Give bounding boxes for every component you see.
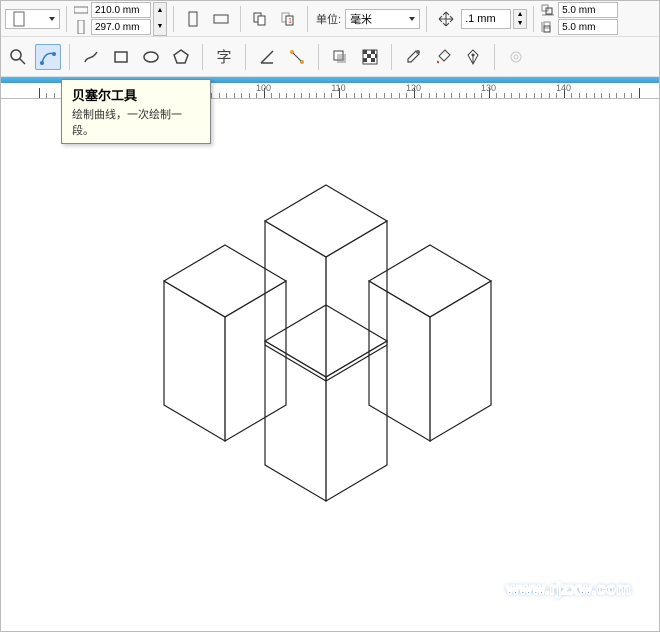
color-eyedropper-button[interactable] [400,44,426,70]
ruler-label: 120 [406,83,421,93]
eyedropper-icon [404,48,422,66]
units-dropdown[interactable]: 毫米 [345,9,420,29]
outline-tool-button[interactable] [460,44,486,70]
checker-icon [361,48,379,66]
drawing-canvas[interactable]: www.rjzxw.com [1,99,659,631]
rectangle-icon [112,48,130,66]
pen-nib-icon [464,48,482,66]
angle-icon [258,48,276,66]
fill-tool-button[interactable] [430,44,456,70]
bezier-icon [39,48,57,66]
bucket-icon [434,48,452,66]
tool-tooltip: 贝塞尔工具 绘制曲线，一次绘制一段。 [61,79,211,144]
rectangle-tool-button[interactable] [108,44,134,70]
dup-y-input[interactable]: 5.0 mm [558,19,618,35]
freehand-icon [82,48,100,66]
page-width-input[interactable]: 210.0 mm [91,2,151,18]
nudge-spinner[interactable]: ▲ ▼ [513,9,527,29]
ruler-label: 110 [331,83,345,93]
portrait-button[interactable] [180,6,206,32]
dup-distance-group: 5.0 mm 5.0 mm [540,2,618,35]
text-tool-button[interactable]: 字 [211,44,237,70]
landscape-button[interactable] [208,6,234,32]
cube-drawing [1,99,660,633]
toolbox-row: 字 [1,37,659,77]
apply-all-pages-button[interactable] [247,6,273,32]
height-icon [73,20,89,34]
dup-y-icon [540,20,556,34]
ruler-label: 140 [556,83,571,93]
nudge-input[interactable]: .1 mm [461,9,511,29]
dup-x-icon [540,3,556,17]
gear-icon [507,48,525,66]
dup-x-input[interactable]: 5.0 mm [558,2,618,18]
zoom-tool-button[interactable] [5,44,31,70]
page-icon [10,10,28,28]
bezier-tool-button[interactable] [35,44,61,70]
polygon-icon [172,48,190,66]
page-height-input[interactable]: 297.0 mm [91,19,151,35]
spin-down[interactable]: ▼ [514,19,526,28]
ellipse-icon [142,48,160,66]
property-bar: 210.0 mm 297.0 mm ▲ ▼ 1 单位: 毫米 .1 mm ▲ ▼ [1,1,659,37]
polygon-tool-button[interactable] [168,44,194,70]
units-value: 毫米 [350,11,372,27]
connector-icon [288,48,306,66]
svg-text:1: 1 [288,18,292,25]
tooltip-desc: 绘制曲线，一次绘制一段。 [72,106,200,138]
dimension-tool-button[interactable] [254,44,280,70]
nudge-icon [433,6,459,32]
ellipse-tool-button[interactable] [138,44,164,70]
tooltip-title: 贝塞尔工具 [72,85,200,104]
ruler-label: 100 [256,83,271,93]
units-label: 单位: [316,11,341,27]
magnifier-icon [9,48,27,66]
width-icon [73,3,89,17]
shadow-icon [331,48,349,66]
spin-up[interactable]: ▲ [514,10,526,19]
apply-current-page-button[interactable]: 1 [275,6,301,32]
text-icon: 字 [216,46,231,67]
spin-up[interactable]: ▲ [154,3,166,19]
freehand-tool-button[interactable] [78,44,104,70]
orientation-dropdown[interactable] [5,9,60,29]
transparency-tool-button[interactable] [357,44,383,70]
watermark-text: www.rjzxw.com [507,581,631,599]
connector-tool-button[interactable] [284,44,310,70]
options-button[interactable] [503,44,529,70]
spin-down[interactable]: ▼ [154,19,166,35]
page-dims-group: 210.0 mm 297.0 mm [73,2,151,35]
ruler-label: 130 [481,83,496,93]
drop-shadow-tool-button[interactable] [327,44,353,70]
dims-spinner[interactable]: ▲ ▼ [153,2,167,36]
